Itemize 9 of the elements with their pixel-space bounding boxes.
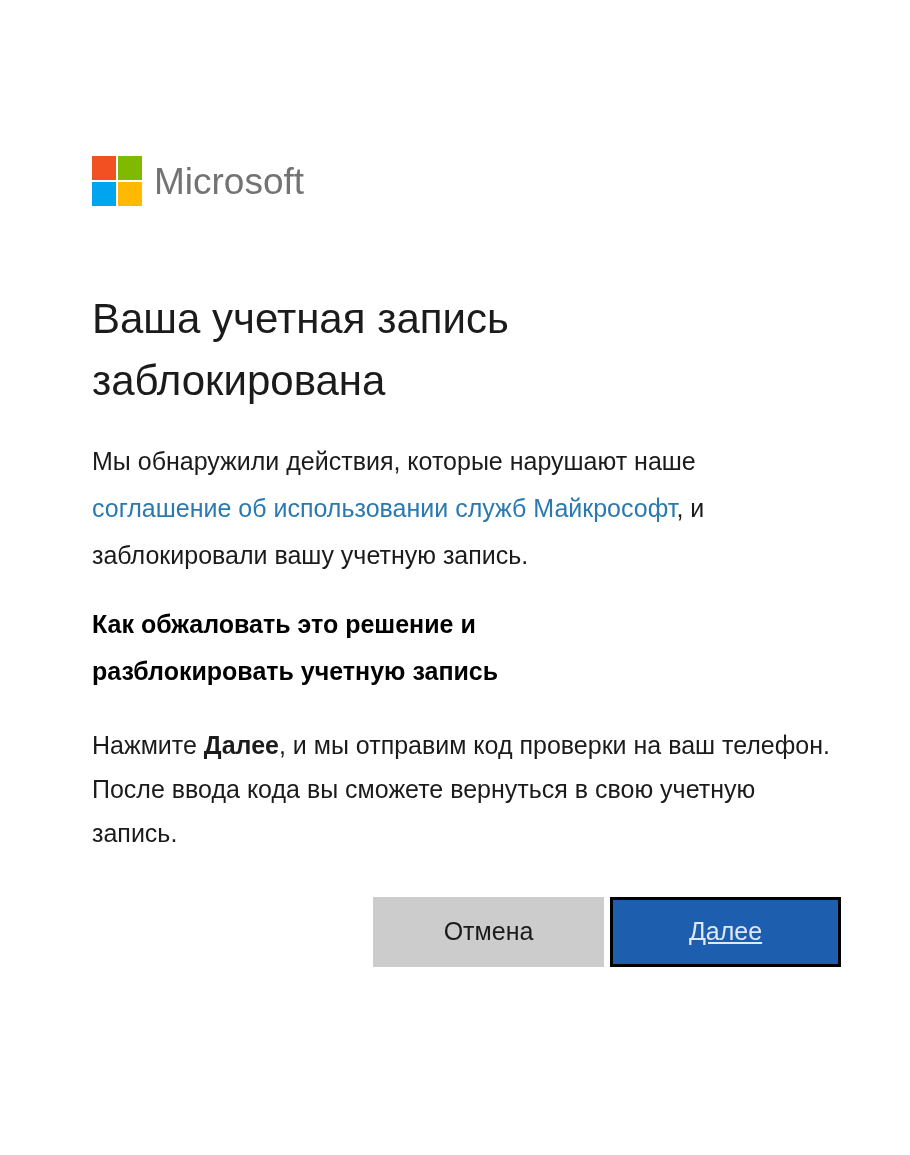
logo-text: Microsoft [154,162,305,200]
cancel-button[interactable]: Отмена [373,897,604,967]
instructions-text: Нажмите Далее, и мы отправим код проверки на ваш телефон. После ввода кода вы сможете вернуться в свою учетную запись. [92,730,831,849]
agreement-link[interactable]: соглашение об использовании служб Майкрософт [92,494,677,522]
next-button[interactable]: Далее [610,897,841,967]
message-text: Мы обнаружили действия, которые нарушают наше соглашение об использовании служб Майкрософт, и заблокировали вашу учетную запись. [92,446,706,571]
title: Ваша учетная запись заблокирована [92,294,510,406]
subheading: Как обжаловать это решение и разблокировать учетную запись [92,609,500,687]
logo-icon [92,156,142,206]
